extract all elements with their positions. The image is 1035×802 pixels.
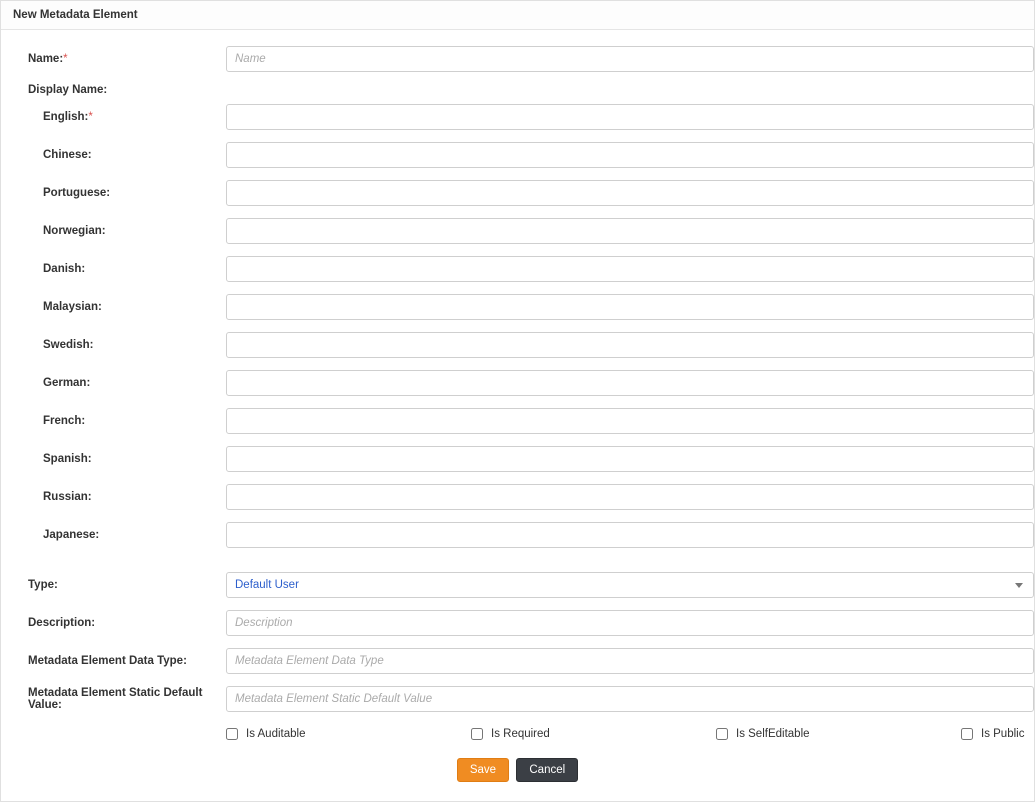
row-chinese: Chinese:	[1, 136, 1034, 174]
save-button[interactable]: Save	[457, 758, 509, 782]
required-mark-english: *	[88, 111, 92, 123]
german-input[interactable]	[226, 370, 1034, 396]
russian-input[interactable]	[226, 484, 1034, 510]
is-public-label: Is Public	[981, 728, 1024, 740]
label-danish: Danish:	[1, 263, 226, 275]
type-selected-text: Default User	[235, 579, 299, 591]
is-required-label: Is Required	[491, 728, 550, 740]
label-description: Description:	[1, 617, 226, 629]
is-selfeditable-label: Is SelfEditable	[736, 728, 810, 740]
row-norwegian: Norwegian:	[1, 212, 1034, 250]
is-selfeditable-checkbox[interactable]	[716, 728, 728, 740]
is-auditable-group[interactable]: Is Auditable	[226, 728, 471, 740]
label-japanese: Japanese:	[1, 529, 226, 541]
label-french: French:	[1, 415, 226, 427]
malaysian-input[interactable]	[226, 294, 1034, 320]
row-display-name-heading: Display Name:	[1, 78, 1034, 98]
default-value-input[interactable]	[226, 686, 1034, 712]
row-default-value: Metadata Element Static Default Value:	[1, 680, 1034, 718]
metadata-form-panel: New Metadata Element Name:* Display Name…	[0, 0, 1035, 802]
is-required-group[interactable]: Is Required	[471, 728, 716, 740]
button-row: Save Cancel	[1, 750, 1034, 786]
label-name-text: Name:	[28, 53, 63, 65]
label-default-value: Metadata Element Static Default Value:	[1, 687, 226, 711]
label-portuguese: Portuguese:	[1, 187, 226, 199]
label-spanish: Spanish:	[1, 453, 226, 465]
is-required-checkbox[interactable]	[471, 728, 483, 740]
required-mark: *	[63, 53, 67, 65]
label-malaysian: Malaysian:	[1, 301, 226, 313]
checkbox-row: Is Auditable Is Required Is SelfEditable…	[1, 718, 1034, 750]
row-english: English:*	[1, 98, 1034, 136]
type-select[interactable]: Default User	[226, 572, 1034, 598]
row-name: Name:*	[1, 40, 1034, 78]
row-russian: Russian:	[1, 478, 1034, 516]
row-japanese: Japanese:	[1, 516, 1034, 554]
label-type: Type:	[1, 579, 226, 591]
row-french: French:	[1, 402, 1034, 440]
name-input[interactable]	[226, 46, 1034, 72]
cancel-button[interactable]: Cancel	[516, 758, 578, 782]
danish-input[interactable]	[226, 256, 1034, 282]
row-german: German:	[1, 364, 1034, 402]
swedish-input[interactable]	[226, 332, 1034, 358]
label-german: German:	[1, 377, 226, 389]
is-selfeditable-group[interactable]: Is SelfEditable	[716, 728, 961, 740]
label-data-type: Metadata Element Data Type:	[1, 655, 226, 667]
french-input[interactable]	[226, 408, 1034, 434]
row-spanish: Spanish:	[1, 440, 1034, 478]
row-description: Description:	[1, 604, 1034, 642]
japanese-input[interactable]	[226, 522, 1034, 548]
row-swedish: Swedish:	[1, 326, 1034, 364]
norwegian-input[interactable]	[226, 218, 1034, 244]
label-english-text: English:	[43, 111, 88, 123]
row-portuguese: Portuguese:	[1, 174, 1034, 212]
is-auditable-checkbox[interactable]	[226, 728, 238, 740]
panel-body: Name:* Display Name: English:* Chinese: …	[1, 30, 1034, 801]
is-public-checkbox[interactable]	[961, 728, 973, 740]
data-type-input[interactable]	[226, 648, 1034, 674]
label-swedish: Swedish:	[1, 339, 226, 351]
label-name: Name:*	[1, 53, 226, 65]
row-type: Type: Default User	[1, 566, 1034, 604]
spanish-input[interactable]	[226, 446, 1034, 472]
chevron-down-icon	[1015, 583, 1023, 588]
row-malaysian: Malaysian:	[1, 288, 1034, 326]
portuguese-input[interactable]	[226, 180, 1034, 206]
is-public-group[interactable]: Is Public	[961, 728, 1034, 740]
is-auditable-label: Is Auditable	[246, 728, 305, 740]
label-chinese: Chinese:	[1, 149, 226, 161]
chinese-input[interactable]	[226, 142, 1034, 168]
label-russian: Russian:	[1, 491, 226, 503]
label-english: English:*	[1, 111, 226, 123]
row-danish: Danish:	[1, 250, 1034, 288]
label-norwegian: Norwegian:	[1, 225, 226, 237]
row-data-type: Metadata Element Data Type:	[1, 642, 1034, 680]
english-input[interactable]	[226, 104, 1034, 130]
label-display-name: Display Name:	[1, 84, 226, 96]
description-input[interactable]	[226, 610, 1034, 636]
panel-title: New Metadata Element	[1, 1, 1034, 30]
